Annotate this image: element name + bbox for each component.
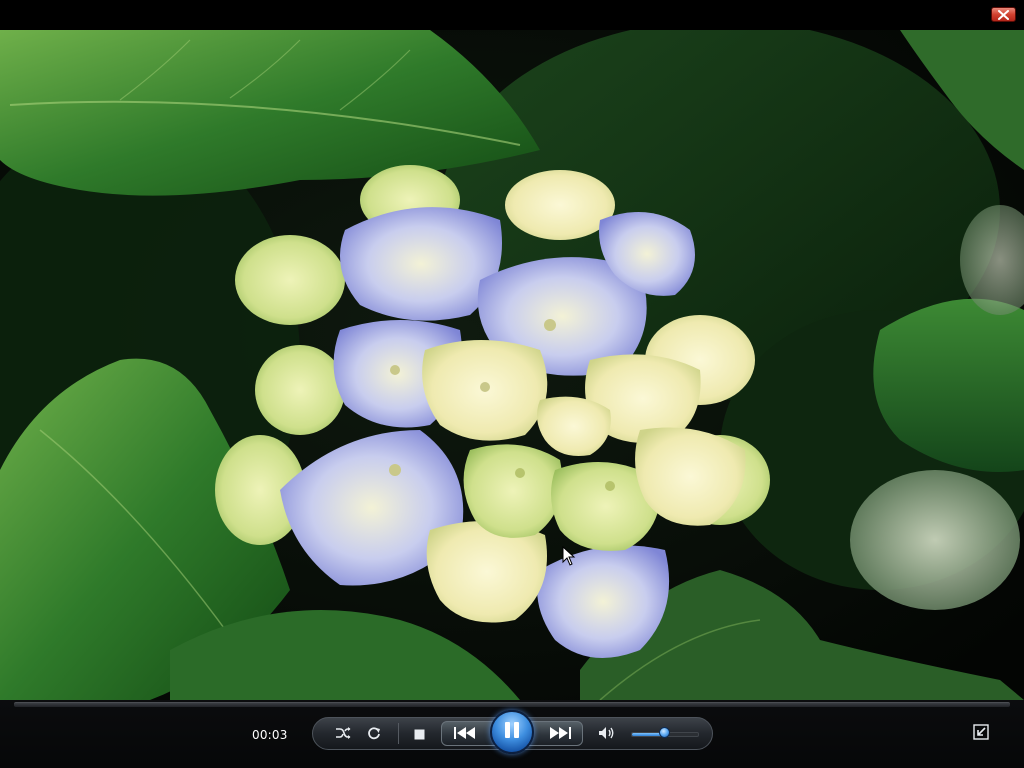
next-button[interactable] xyxy=(541,723,579,744)
switch-to-library-icon xyxy=(973,724,989,744)
switch-to-library-button[interactable] xyxy=(971,724,991,744)
stop-button[interactable] xyxy=(409,724,429,744)
shuffle-icon xyxy=(335,725,351,744)
video-frame xyxy=(0,30,1024,700)
pause-icon xyxy=(504,721,520,743)
media-player-window: 00:03 xyxy=(0,0,1024,768)
repeat-icon xyxy=(367,725,381,744)
video-display[interactable] xyxy=(0,30,1024,700)
close-button[interactable] xyxy=(991,7,1016,22)
seek-bar[interactable] xyxy=(14,702,1010,707)
volume-slider-thumb[interactable] xyxy=(659,727,670,738)
separator xyxy=(398,723,399,744)
repeat-button[interactable] xyxy=(364,724,384,744)
close-icon xyxy=(997,5,1010,24)
play-pause-button[interactable] xyxy=(490,710,534,754)
previous-button[interactable] xyxy=(446,723,484,744)
speaker-icon xyxy=(598,725,616,744)
shuffle-button[interactable] xyxy=(333,724,353,744)
title-bar xyxy=(0,0,1024,30)
stop-icon xyxy=(414,725,425,744)
mute-button[interactable] xyxy=(597,724,617,744)
previous-icon xyxy=(454,724,476,743)
next-icon xyxy=(549,724,571,743)
time-elapsed: 00:03 xyxy=(252,728,288,742)
mouse-cursor xyxy=(562,545,576,570)
